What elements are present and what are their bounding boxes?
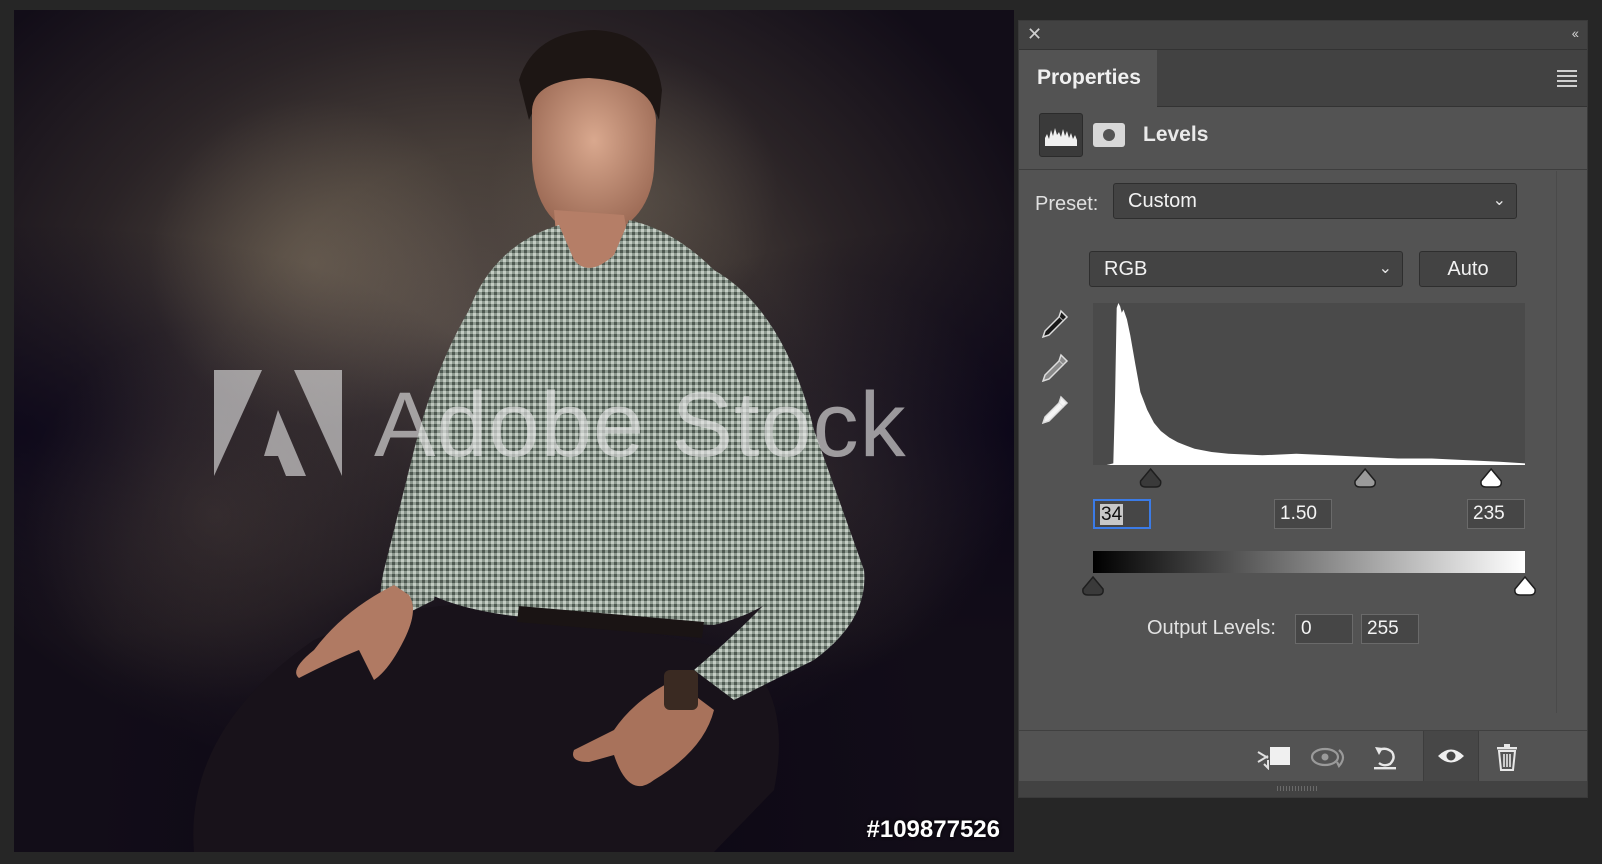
channel-dropdown[interactable]: RGB ⌄ [1089,251,1403,287]
preset-value: Custom [1128,190,1197,212]
view-previous-state-icon[interactable] [1307,737,1351,777]
input-black-point-field[interactable]: 34 [1093,499,1151,529]
histogram-area [1093,303,1525,465]
adjustment-title: Levels [1143,123,1209,146]
output-black-field[interactable]: 0 [1295,614,1353,644]
output-levels-slider[interactable] [1079,573,1539,599]
input-white-point-field[interactable]: 235 [1467,499,1525,529]
channel-value: RGB [1104,258,1148,280]
preset-dropdown[interactable]: Custom ⌄ [1113,183,1517,219]
white-input-slider-handle[interactable] [1480,467,1503,488]
panel-tab-row: Properties [1019,50,1587,107]
output-levels-label: Output Levels: [1147,617,1276,639]
layer-mask-icon[interactable] [1093,123,1125,147]
chevron-down-icon: ⌄ [1492,192,1506,209]
stock-id-label: #109877526 [866,816,1000,843]
output-gradient-bar [1093,551,1525,573]
chevron-down-icon: ⌄ [1378,260,1392,277]
levels-adjustment-icon[interactable] [1039,113,1083,157]
reset-icon[interactable] [1363,737,1407,777]
properties-panel: ✕ ‹‹ Properties Levels Preset: Custom ⌄ … [1018,20,1588,798]
auto-button[interactable]: Auto [1419,251,1517,287]
preset-label: Preset: [1035,193,1099,215]
clip-to-layer-icon[interactable] [1251,737,1295,777]
output-white-field[interactable]: 255 [1361,614,1419,644]
trash-icon[interactable] [1485,737,1529,777]
close-icon[interactable]: ✕ [1027,24,1042,45]
panel-resize-grip[interactable] [1019,781,1587,797]
panel-title-bar: ✕ ‹‹ [1019,21,1587,50]
gray-point-eyedropper-icon[interactable] [1037,351,1071,385]
levels-histogram [1093,303,1525,465]
watermark-text: Adobe Stock [374,373,907,476]
black-point-eyedropper-icon[interactable] [1037,307,1071,341]
document-canvas[interactable]: Adobe Stock #109877526 [14,10,1014,852]
white-point-eyedropper-icon[interactable] [1037,393,1071,427]
collapse-panel-icon[interactable]: ‹‹ [1572,25,1579,41]
watermark: Adobe Stock [214,370,907,480]
black-input-slider-handle[interactable] [1139,467,1162,488]
input-levels-slider[interactable] [1093,465,1525,491]
input-gamma-field[interactable]: 1.50 [1274,499,1332,529]
adobe-logo-icon [214,370,342,476]
black-output-slider-handle[interactable] [1082,575,1104,596]
panel-scrollbar[interactable] [1556,171,1557,713]
adjustment-header: Levels [1019,107,1587,170]
gamma-input-slider-handle[interactable] [1354,467,1377,488]
panel-bottom-toolbar [1019,730,1587,781]
visibility-eye-icon[interactable] [1423,731,1479,781]
white-output-slider-handle[interactable] [1514,575,1536,596]
panel-menu-icon[interactable] [1557,70,1577,90]
tab-properties[interactable]: Properties [1019,50,1157,107]
